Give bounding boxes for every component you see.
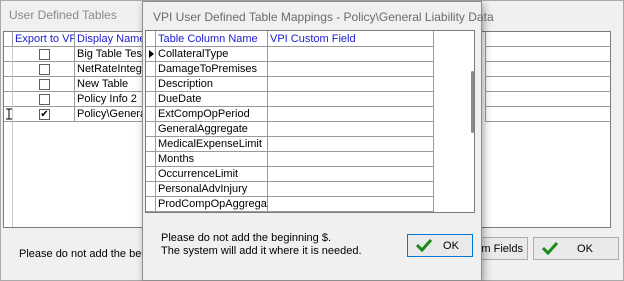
- table-mappings-dialog: VPI User Defined Table Mappings - Policy…: [142, 1, 494, 281]
- ok-label: OK: [577, 242, 593, 255]
- export-checkbox[interactable]: [39, 94, 50, 105]
- mapping-row[interactable]: DueDate: [146, 92, 474, 107]
- row-selector[interactable]: [146, 137, 156, 152]
- display-name-cell[interactable]: Big Table Test: [75, 47, 147, 62]
- mappings-grid: Table Column Name VPI Custom Field Colla…: [145, 30, 475, 213]
- table-column-name-cell[interactable]: Description: [156, 77, 268, 92]
- dialog-ok-button[interactable]: OK: [407, 234, 473, 257]
- display-name-cell[interactable]: NetRateIntegra: [75, 62, 147, 77]
- table-column-name-cell[interactable]: PersonalAdvInjury: [156, 182, 268, 197]
- note-line-2: The system will add it where it is neede…: [161, 245, 362, 257]
- vpi-custom-field-cell[interactable]: [268, 137, 434, 152]
- export-checkbox[interactable]: [39, 49, 50, 60]
- mapping-row[interactable]: ProdCompOpAggregate: [146, 197, 474, 212]
- mapping-row[interactable]: PersonalAdvInjury: [146, 182, 474, 197]
- table-column-name-cell[interactable]: Months: [156, 152, 268, 167]
- display-name-column-header[interactable]: Display Name: [75, 32, 147, 47]
- vpi-custom-field-header[interactable]: VPI Custom Field: [268, 31, 434, 47]
- row-selector-header: [146, 31, 156, 47]
- mapping-row[interactable]: Months: [146, 152, 474, 167]
- vpi-custom-field-cell[interactable]: [268, 107, 434, 122]
- vpi-custom-field-cell[interactable]: [268, 92, 434, 107]
- ok-button[interactable]: OK: [533, 237, 619, 260]
- mapping-row[interactable]: GeneralAggregate: [146, 122, 474, 137]
- vpi-custom-field-cell[interactable]: [268, 47, 434, 62]
- table-column-name-cell[interactable]: GeneralAggregate: [156, 122, 268, 137]
- vpi-custom-field-cell[interactable]: [268, 122, 434, 137]
- mapping-row[interactable]: MedicalExpenseLimit: [146, 137, 474, 152]
- mapping-row[interactable]: DamageToPremises: [146, 62, 474, 77]
- vpi-custom-field-cell[interactable]: [268, 197, 434, 212]
- vpi-custom-field-cell[interactable]: [268, 182, 434, 197]
- display-name-cell[interactable]: Policy\General Li: [75, 107, 147, 122]
- table-column-name-cell[interactable]: OccurrenceLimit: [156, 167, 268, 182]
- column-header[interactable]: [485, 32, 610, 47]
- vpi-custom-field-cell[interactable]: [268, 152, 434, 167]
- vpi-custom-field-cell[interactable]: [268, 167, 434, 182]
- mapping-row[interactable]: OccurrenceLimit: [146, 167, 474, 182]
- table-column-name-cell[interactable]: ExtCompOpPeriod: [156, 107, 268, 122]
- mapping-row[interactable]: ExtCompOpPeriod: [146, 107, 474, 122]
- row-selector[interactable]: [146, 62, 156, 77]
- row-selector[interactable]: [146, 77, 156, 92]
- vertical-scrollbar[interactable]: [468, 47, 474, 212]
- export-checkbox[interactable]: ✔: [39, 109, 50, 120]
- table-column-name-cell[interactable]: DamageToPremises: [156, 62, 268, 77]
- export-checkbox[interactable]: [39, 79, 50, 90]
- row-selector-header: [4, 32, 13, 47]
- current-row-arrow-icon: [149, 50, 154, 58]
- table-column-name-cell[interactable]: ProdCompOpAggregate: [156, 197, 268, 212]
- row-selector[interactable]: [146, 182, 156, 197]
- row-selector[interactable]: [146, 167, 156, 182]
- vpi-custom-field-cell[interactable]: [268, 77, 434, 92]
- window-title: User Defined Tables: [9, 8, 117, 22]
- row-selector[interactable]: [146, 122, 156, 137]
- note-line-1: Please do not add the beginning $.: [161, 232, 332, 244]
- mapping-row[interactable]: Description: [146, 77, 474, 92]
- table-column-name-cell[interactable]: DueDate: [156, 92, 268, 107]
- export-checkbox[interactable]: [39, 64, 50, 75]
- display-name-cell[interactable]: Policy Info 2: [75, 92, 147, 107]
- ok-label: OK: [443, 239, 459, 252]
- vpi-custom-field-cell[interactable]: [268, 62, 434, 77]
- table-column-name-header[interactable]: Table Column Name: [156, 31, 268, 47]
- row-selector[interactable]: [146, 197, 156, 212]
- row-selector[interactable]: [146, 107, 156, 122]
- table-column-name-cell[interactable]: MedicalExpenseLimit: [156, 137, 268, 152]
- scrollbar-thumb[interactable]: [471, 71, 474, 133]
- table-column-name-cell[interactable]: CollateralType: [156, 47, 268, 62]
- row-selector[interactable]: [146, 92, 156, 107]
- mapping-row[interactable]: CollateralType: [146, 47, 474, 62]
- dialog-title: VPI User Defined Table Mappings - Policy…: [153, 10, 494, 24]
- row-selector[interactable]: [146, 152, 156, 167]
- display-name-cell[interactable]: New Table: [75, 77, 147, 92]
- row-selector[interactable]: [146, 47, 156, 62]
- export-column-header[interactable]: Export to VPI: [13, 32, 75, 47]
- note-text: Please do not add the beginn: [19, 248, 163, 260]
